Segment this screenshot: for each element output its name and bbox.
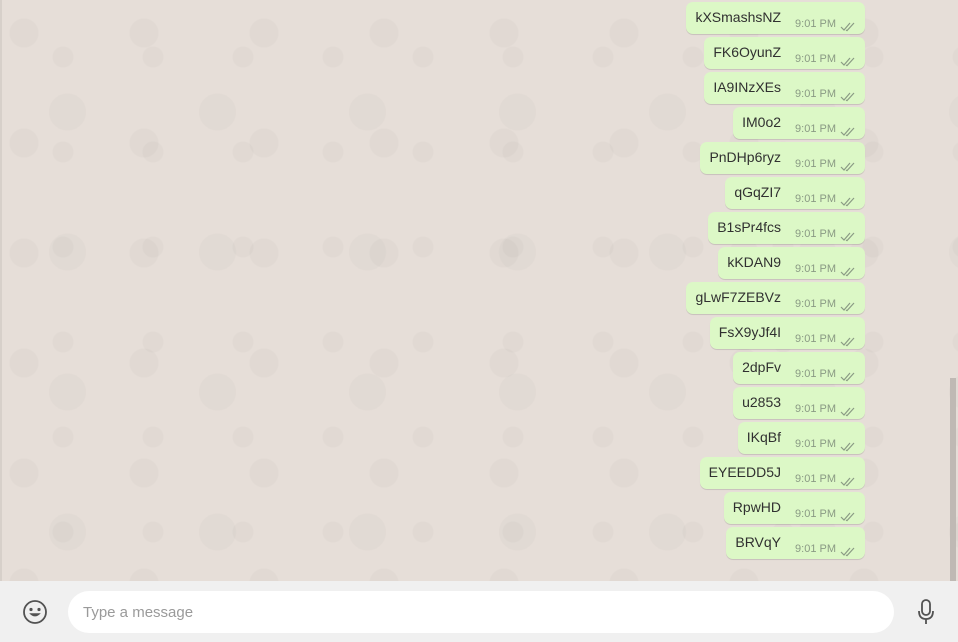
message-input-box[interactable] bbox=[68, 591, 894, 633]
message-text: gLwF7ZEBVz bbox=[695, 289, 782, 305]
outgoing-message[interactable]: kXSmashsNZ 9:01 PM bbox=[686, 2, 865, 34]
message-meta: 9:01 PM bbox=[795, 193, 856, 206]
double-check-icon bbox=[840, 54, 856, 66]
message-text: FsX9yJf4I bbox=[718, 324, 782, 340]
message-text: PnDHp6ryz bbox=[709, 149, 782, 165]
double-check-icon bbox=[840, 229, 856, 241]
composer-bar bbox=[0, 581, 958, 642]
message-time: 9:01 PM bbox=[795, 263, 836, 275]
double-check-icon bbox=[840, 334, 856, 346]
double-check-icon bbox=[840, 159, 856, 171]
message-time: 9:01 PM bbox=[795, 298, 836, 310]
message-meta: 9:01 PM bbox=[795, 438, 856, 451]
message-time: 9:01 PM bbox=[795, 53, 836, 65]
message-meta: 9:01 PM bbox=[795, 473, 856, 486]
message-meta: 9:01 PM bbox=[795, 228, 856, 241]
message-text: qGqZI7 bbox=[734, 184, 782, 200]
message-text: IA9INzXEs bbox=[713, 79, 782, 95]
double-check-icon bbox=[840, 404, 856, 416]
message-time: 9:01 PM bbox=[795, 438, 836, 450]
panel-divider bbox=[0, 0, 2, 581]
message-text: IM0o2 bbox=[742, 114, 782, 130]
message-text: u2853 bbox=[742, 394, 782, 410]
message-time: 9:01 PM bbox=[795, 473, 836, 485]
outgoing-message[interactable]: RpwHD 9:01 PM bbox=[723, 492, 865, 524]
outgoing-message[interactable]: IKqBf 9:01 PM bbox=[737, 422, 865, 454]
scrollbar-thumb[interactable] bbox=[950, 378, 956, 581]
message-text: 2dpFv bbox=[742, 359, 782, 375]
outgoing-message[interactable]: FsX9yJf4I 9:01 PM bbox=[709, 317, 865, 349]
message-list: kXSmashsNZ 9:01 PM FK6OyunZ 9:01 PM IA9INzXE… bbox=[686, 2, 865, 562]
outgoing-message[interactable]: BRVqY 9:01 PM bbox=[726, 527, 865, 559]
message-input[interactable] bbox=[81, 602, 881, 622]
microphone-icon[interactable] bbox=[916, 598, 936, 626]
message-meta: 9:01 PM bbox=[795, 368, 856, 381]
message-meta: 9:01 PM bbox=[795, 508, 856, 521]
outgoing-message[interactable]: B1sPr4fcs 9:01 PM bbox=[708, 212, 865, 244]
outgoing-message[interactable]: FK6OyunZ 9:01 PM bbox=[704, 37, 865, 69]
message-meta: 9:01 PM bbox=[795, 123, 856, 136]
chat-message-area[interactable]: kXSmashsNZ 9:01 PM FK6OyunZ 9:01 PM IA9INzXE… bbox=[0, 0, 958, 581]
smiley-icon[interactable] bbox=[22, 599, 48, 625]
message-time: 9:01 PM bbox=[795, 333, 836, 345]
message-time: 9:01 PM bbox=[795, 508, 836, 520]
double-check-icon bbox=[840, 299, 856, 311]
message-time: 9:01 PM bbox=[795, 543, 836, 555]
message-meta: 9:01 PM bbox=[795, 543, 856, 556]
message-meta: 9:01 PM bbox=[795, 403, 856, 416]
double-check-icon bbox=[840, 369, 856, 381]
message-text: EYEEDD5J bbox=[708, 464, 782, 480]
outgoing-message[interactable]: IM0o2 9:01 PM bbox=[733, 107, 865, 139]
double-check-icon bbox=[840, 194, 856, 206]
message-meta: 9:01 PM bbox=[795, 53, 856, 66]
message-meta: 9:01 PM bbox=[795, 158, 856, 171]
message-time: 9:01 PM bbox=[795, 18, 836, 30]
message-meta: 9:01 PM bbox=[795, 298, 856, 311]
whatsapp-chat-window: kXSmashsNZ 9:01 PM FK6OyunZ 9:01 PM IA9INzXE… bbox=[0, 0, 958, 642]
outgoing-message[interactable]: EYEEDD5J 9:01 PM bbox=[699, 457, 865, 489]
message-time: 9:01 PM bbox=[795, 368, 836, 380]
message-text: IKqBf bbox=[746, 429, 782, 445]
message-text: B1sPr4fcs bbox=[717, 219, 782, 235]
outgoing-message[interactable]: u2853 9:01 PM bbox=[733, 387, 865, 419]
message-time: 9:01 PM bbox=[795, 88, 836, 100]
outgoing-message[interactable]: IA9INzXEs 9:01 PM bbox=[704, 72, 865, 104]
message-text: RpwHD bbox=[732, 499, 782, 515]
message-text: FK6OyunZ bbox=[713, 44, 782, 60]
message-time: 9:01 PM bbox=[795, 228, 836, 240]
message-meta: 9:01 PM bbox=[795, 263, 856, 276]
chat-scrollbar[interactable] bbox=[950, 0, 958, 581]
message-meta: 9:01 PM bbox=[795, 18, 856, 31]
message-meta: 9:01 PM bbox=[795, 88, 856, 101]
message-time: 9:01 PM bbox=[795, 158, 836, 170]
double-check-icon bbox=[840, 19, 856, 31]
message-text: BRVqY bbox=[735, 534, 782, 550]
outgoing-message[interactable]: 2dpFv 9:01 PM bbox=[733, 352, 865, 384]
message-time: 9:01 PM bbox=[795, 123, 836, 135]
outgoing-message[interactable]: kKDAN9 9:01 PM bbox=[718, 247, 865, 279]
outgoing-message[interactable]: gLwF7ZEBVz 9:01 PM bbox=[686, 282, 865, 314]
message-time: 9:01 PM bbox=[795, 403, 836, 415]
double-check-icon bbox=[840, 509, 856, 521]
outgoing-message[interactable]: qGqZI7 9:01 PM bbox=[725, 177, 865, 209]
outgoing-message[interactable]: PnDHp6ryz 9:01 PM bbox=[700, 142, 865, 174]
double-check-icon bbox=[840, 439, 856, 451]
double-check-icon bbox=[840, 124, 856, 136]
double-check-icon bbox=[840, 89, 856, 101]
message-meta: 9:01 PM bbox=[795, 333, 856, 346]
message-time: 9:01 PM bbox=[795, 193, 836, 205]
double-check-icon bbox=[840, 474, 856, 486]
double-check-icon bbox=[840, 264, 856, 276]
message-text: kXSmashsNZ bbox=[695, 9, 782, 25]
double-check-icon bbox=[840, 544, 856, 556]
message-text: kKDAN9 bbox=[727, 254, 782, 270]
